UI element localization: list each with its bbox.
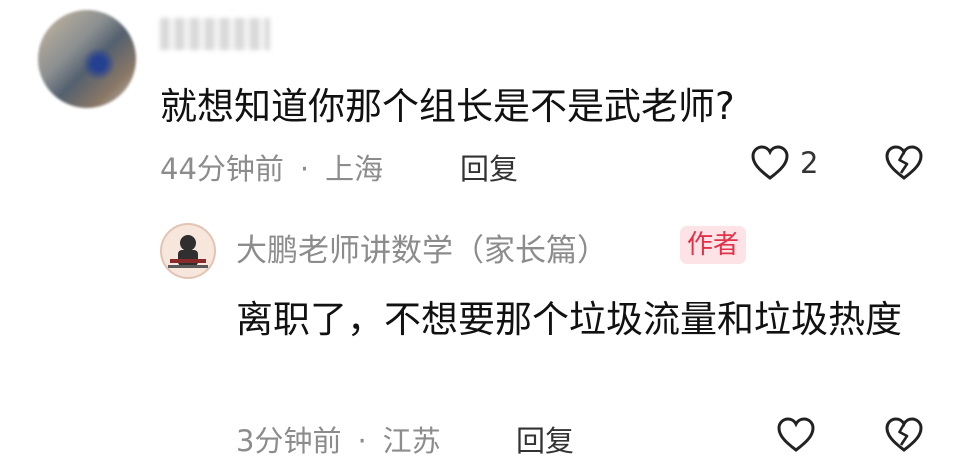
comment-meta: 44分钟前 · 上海 [160, 146, 383, 188]
author-avatar[interactable] [160, 223, 216, 279]
commenter-avatar[interactable] [38, 10, 136, 108]
reply-text: 离职了，不想要那个垃圾流量和垃圾热度 [236, 298, 902, 341]
reply-dislike-broken-heart-icon[interactable] [884, 416, 924, 454]
reply-author-name[interactable]: 大鹏老师讲数学（家长篇） [236, 225, 608, 270]
separator-dot: · [299, 152, 310, 186]
author-avatar-illustration [168, 235, 208, 268]
reply-time: 3分钟前 [236, 424, 342, 458]
reply-reply-button[interactable]: 回复 [516, 418, 574, 460]
separator-dot: · [357, 424, 367, 458]
comment-time: 44分钟前 [160, 152, 284, 186]
dislike-broken-heart-icon[interactable] [884, 144, 924, 182]
comment-reply-button[interactable]: 回复 [460, 146, 518, 188]
author-badge: 作者 [680, 226, 746, 264]
reply-meta: 3分钟前 · 江苏 [236, 418, 441, 460]
like-count: 2 [800, 146, 819, 180]
comment-location: 上海 [325, 152, 384, 186]
like-heart-icon[interactable] [750, 144, 790, 182]
reply-location: 江苏 [382, 424, 441, 458]
commenter-name-blurred[interactable] [160, 18, 270, 50]
reply-like-heart-icon[interactable] [776, 416, 816, 454]
comment-text: 就想知道你那个组长是不是武老师? [160, 85, 735, 128]
